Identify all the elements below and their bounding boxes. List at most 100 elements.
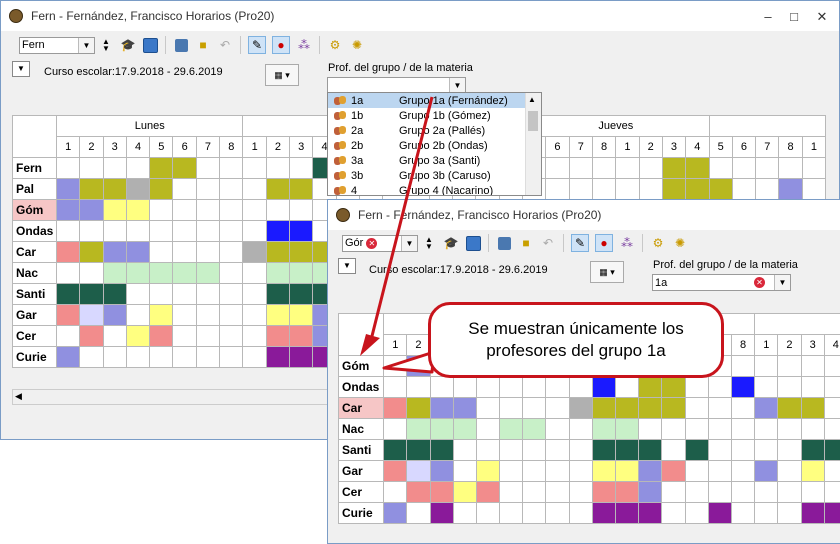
teacher-row-header[interactable]: Nac [12,262,57,284]
lesson-cell[interactable] [778,157,803,179]
lesson-cell[interactable] [172,262,197,284]
lesson-cell[interactable] [289,178,314,200]
lesson-cell[interactable] [149,325,174,347]
lesson-cell[interactable] [219,241,244,263]
brush-icon[interactable]: ✎ [571,234,589,252]
lesson-cell[interactable] [55,283,81,305]
lesson-cell[interactable] [406,502,431,524]
lesson-cell[interactable] [591,439,617,461]
lesson-cell[interactable] [545,481,570,503]
undo-icon[interactable]: ↶ [217,37,233,53]
lesson-cell[interactable] [730,355,756,377]
lesson-cell[interactable] [755,157,780,179]
dropdown-item[interactable]: 1b Grupo 1b (Gómez) [328,108,541,123]
teacher-row-header[interactable]: Cer [337,481,385,503]
calendar-icon[interactable]: ▦ ▾ [265,64,299,86]
lesson-cell[interactable] [800,418,825,440]
lesson-cell[interactable] [522,397,547,419]
lesson-cell[interactable] [545,157,570,179]
lesson-cell[interactable] [172,283,197,305]
lesson-cell[interactable] [79,262,104,284]
lesson-cell[interactable] [149,346,174,368]
lesson-cell[interactable] [125,220,151,242]
lesson-cell[interactable] [661,178,687,200]
lesson-cell[interactable] [265,199,291,221]
lesson-cell[interactable] [149,241,174,263]
lesson-cell[interactable] [125,346,151,368]
graduation-cap-icon[interactable]: 🎓 [120,37,136,53]
lesson-cell[interactable] [195,220,221,242]
lesson-cell[interactable] [615,397,640,419]
lesson-cell[interactable] [545,397,570,419]
front-collapse-button[interactable]: ▼ [338,258,356,274]
lesson-cell[interactable] [638,157,663,179]
lesson-cell[interactable] [754,418,779,440]
lesson-cell[interactable] [475,418,501,440]
lesson-cell[interactable] [684,502,709,524]
lesson-cell[interactable] [406,376,431,398]
lesson-cell[interactable] [731,157,757,179]
teacher-row-header[interactable]: Fern [12,157,57,179]
lesson-cell[interactable] [429,502,454,524]
lesson-cell[interactable] [823,376,840,398]
lesson-cell[interactable] [149,262,174,284]
transfer-icon[interactable] [173,37,189,53]
lesson-cell[interactable] [79,283,104,305]
lesson-cell[interactable] [661,502,686,524]
lesson-cell[interactable] [661,376,686,398]
lesson-cell[interactable] [102,304,127,326]
lesson-cell[interactable] [406,460,431,482]
lesson-cell[interactable] [591,418,617,440]
lesson-cell[interactable] [730,481,756,503]
pin-icon[interactable]: ● [595,234,613,252]
lesson-cell[interactable] [754,397,779,419]
scroll-left-icon[interactable]: ◀ [15,391,22,402]
lesson-cell[interactable] [684,397,709,419]
lesson-cell[interactable] [777,355,802,377]
lesson-cell[interactable] [475,397,501,419]
lesson-cell[interactable] [55,178,81,200]
lesson-cell[interactable] [172,157,197,179]
lesson-cell[interactable] [499,376,524,398]
lesson-cell[interactable] [406,439,431,461]
lesson-cell[interactable] [777,439,802,461]
lesson-cell[interactable] [172,346,197,368]
lesson-cell[interactable] [406,397,431,419]
teacher-row-header[interactable]: Góm [12,199,57,221]
lesson-cell[interactable] [545,439,570,461]
lesson-cell[interactable] [242,178,267,200]
lesson-cell[interactable] [452,418,477,440]
lesson-cell[interactable] [684,376,709,398]
lock-icon[interactable]: ■ [518,235,534,251]
lesson-cell[interactable] [452,397,477,419]
lesson-cell[interactable] [429,460,454,482]
people-icon[interactable]: ⁂ [296,37,312,53]
lesson-cell[interactable] [777,460,802,482]
gear-icon[interactable]: ✺ [349,37,365,53]
lesson-cell[interactable] [823,502,840,524]
lesson-cell[interactable] [406,481,431,503]
lesson-cell[interactable] [731,178,757,200]
lesson-cell[interactable] [707,481,732,503]
lesson-cell[interactable] [172,241,197,263]
lesson-cell[interactable] [383,355,408,377]
minimize-icon[interactable]: – [761,9,775,24]
lesson-cell[interactable] [149,199,174,221]
lesson-cell[interactable] [172,304,197,326]
lesson-cell[interactable] [195,241,221,263]
lesson-cell[interactable] [452,502,477,524]
dropdown-item[interactable]: 4 Grupo 4 (Nacarino) [328,183,541,195]
calendar-icon[interactable]: ▦ ▾ [590,261,624,283]
grid-icon[interactable] [142,37,158,53]
lesson-cell[interactable] [102,178,127,200]
lesson-cell[interactable] [615,178,640,200]
lesson-cell[interactable] [219,325,244,347]
lesson-cell[interactable] [242,199,267,221]
lesson-cell[interactable] [615,502,640,524]
lesson-cell[interactable] [102,220,127,242]
lesson-cell[interactable] [730,397,756,419]
lesson-cell[interactable] [661,481,686,503]
lesson-cell[interactable] [242,157,267,179]
lesson-cell[interactable] [125,157,151,179]
lesson-cell[interactable] [545,460,570,482]
